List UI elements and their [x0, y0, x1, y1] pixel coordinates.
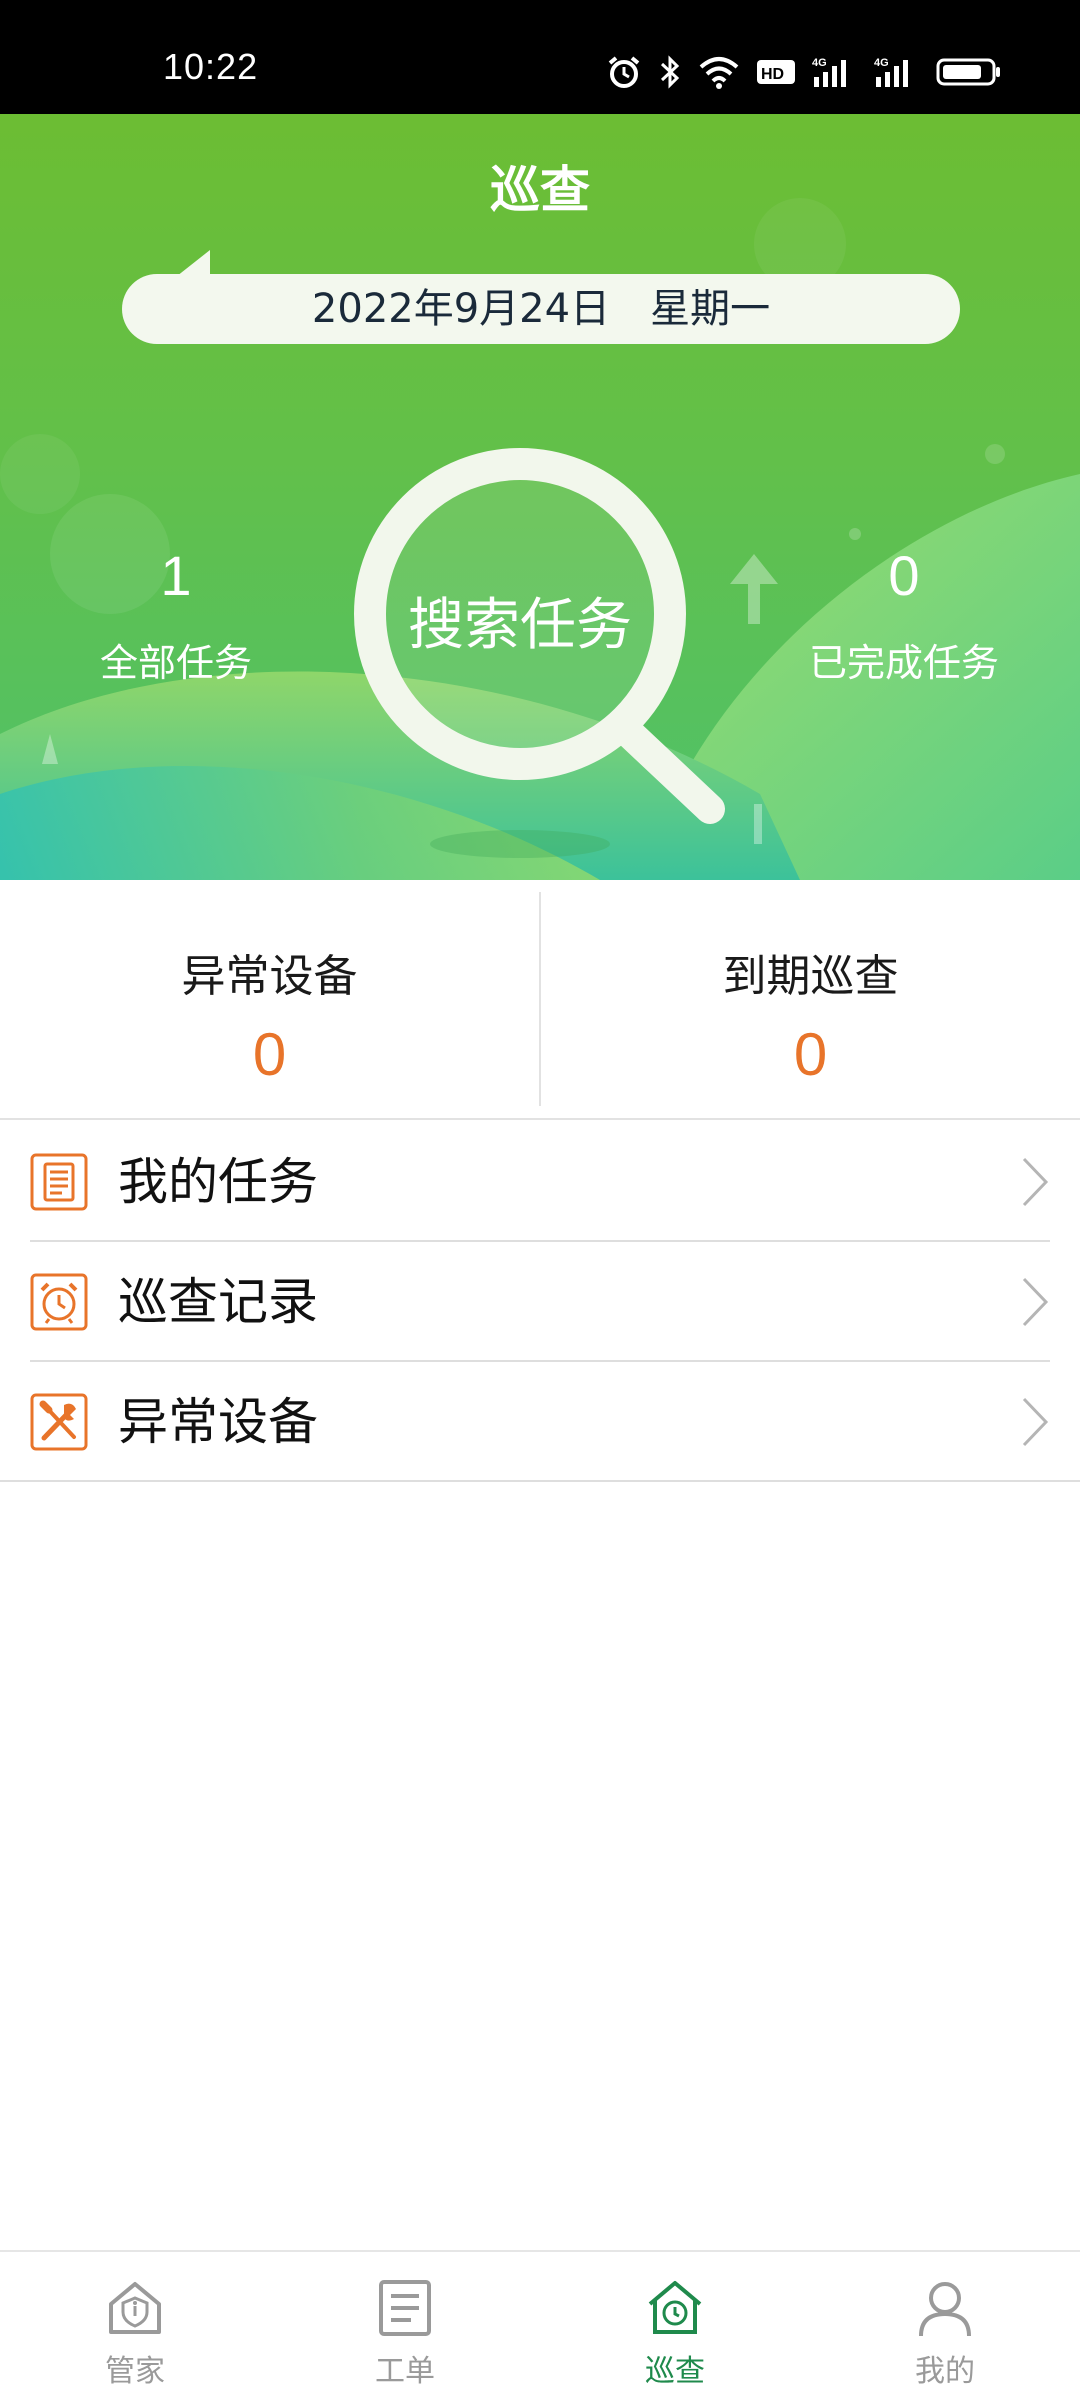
search-task-label: 搜索任务 [408, 593, 632, 658]
total-tasks-stat[interactable]: 1 全部任务 [46, 546, 306, 687]
date-pill: 2022年9月24日 星期一 [122, 274, 960, 344]
nav-item-inspection[interactable]: 巡查 [540, 2252, 810, 2400]
home-shield-icon [109, 2282, 161, 2334]
nav-label-work-order: 工单 [375, 2354, 435, 2389]
alarm-status-icon [608, 56, 640, 88]
nav-label-mine: 我的 [915, 2354, 975, 2389]
nav-label-inspection: 巡查 [645, 2354, 705, 2389]
document-icon [30, 1153, 88, 1211]
status-bar: 10:22 HD 4G 4G [0, 0, 1080, 114]
page-title: 巡查 [490, 161, 590, 219]
nav-item-work-order[interactable]: 工单 [270, 2252, 540, 2400]
nav-label-butler: 管家 [105, 2354, 165, 2389]
hero-banner: 巡查 2022年9月24日 星期一 1 全部任务 0 已完成任务 搜索任务 [0, 114, 1080, 880]
abnormal-devices-stat[interactable]: 异常设备 0 [0, 880, 539, 1118]
stats-row: 异常设备 0 到期巡查 0 [0, 880, 1080, 1120]
due-inspection-stat[interactable]: 到期巡查 0 [541, 880, 1080, 1118]
chevron-right-icon [1022, 1397, 1049, 1447]
menu-item-abnormal-devices[interactable]: 异常设备 [0, 1362, 1080, 1482]
battery-icon [936, 58, 1000, 86]
hd-icon: HD [757, 60, 795, 84]
svg-text:4G: 4G [812, 57, 827, 69]
date-display: 2022年9月24日 星期一 [122, 274, 960, 344]
menu-item-my-tasks[interactable]: 我的任务 [0, 1122, 1080, 1242]
bottom-nav: 管家 工单 巡查 我的 [0, 2250, 1080, 2400]
total-tasks-label: 全部任务 [99, 641, 252, 685]
menu-divider [0, 1480, 1080, 1482]
menu-label-my-tasks: 我的任务 [118, 1153, 318, 1211]
completed-tasks-label: 已完成任务 [808, 641, 999, 685]
menu-label-abnormal-devices: 异常设备 [118, 1393, 318, 1451]
status-time: 10:22 [163, 46, 259, 87]
total-tasks-count: 1 [160, 544, 192, 607]
status-icons: HD 4G 4G [606, 52, 1002, 92]
abnormal-devices-count: 0 [252, 1021, 287, 1088]
nav-item-mine[interactable]: 我的 [810, 2252, 1080, 2400]
abnormal-devices-label: 异常设备 [181, 951, 358, 1002]
svg-text:4G: 4G [874, 57, 889, 69]
alarm-clock-icon [30, 1273, 88, 1331]
menu-item-inspection-records[interactable]: 巡查记录 [0, 1242, 1080, 1362]
signal-4g-icon: 4G [812, 57, 846, 87]
document-list-icon [379, 2280, 431, 2336]
wifi-icon [699, 57, 739, 89]
completed-tasks-count: 0 [888, 544, 920, 607]
weekday-value: 星期一 [650, 286, 771, 332]
bluetooth-icon [660, 55, 680, 89]
svg-text:HD: HD [761, 66, 784, 83]
menu-label-inspection-records: 巡查记录 [118, 1273, 318, 1331]
chevron-right-icon [1022, 1157, 1049, 1207]
chevron-right-icon [1022, 1277, 1049, 1327]
due-inspection-label: 到期巡查 [722, 951, 899, 1002]
date-value: 2022年9月24日 [311, 286, 611, 332]
tools-icon [30, 1393, 88, 1451]
completed-tasks-stat[interactable]: 0 已完成任务 [774, 546, 1034, 687]
signal-4g-icon-2: 4G [874, 57, 908, 87]
house-inspect-icon [648, 2281, 702, 2334]
due-inspection-count: 0 [793, 1021, 828, 1088]
person-icon [919, 2282, 971, 2337]
nav-item-butler[interactable]: 管家 [0, 2252, 270, 2400]
